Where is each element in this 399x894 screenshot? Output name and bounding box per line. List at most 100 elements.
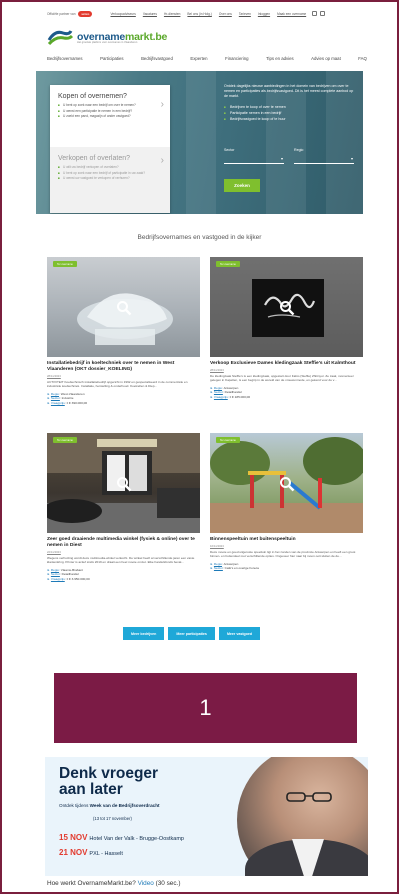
nav-item-participaties[interactable]: Participaties	[100, 56, 123, 61]
more-realestate-button[interactable]: Meer vastgoed	[218, 627, 261, 640]
sell-item: U wenst uw vastgoed te verkopen of verhu…	[58, 176, 162, 182]
hero-intro-text: Ontdek dagelijks nieuwe aanbiedingen in …	[224, 84, 354, 98]
more-buttons: Meer bedrijven Meer participaties Meer v…	[123, 627, 261, 640]
zoom-icon[interactable]	[279, 476, 295, 492]
linkedin-icon[interactable]	[320, 11, 326, 16]
listing-description: Wegens verhuizing wordt deze multimedia-…	[47, 556, 195, 565]
listing-title[interactable]: Installatiebedrijf in koeltechniek over …	[47, 361, 200, 373]
buy-item: U zoekt een pand, magazijn of ander vast…	[58, 114, 162, 120]
login-link[interactable]: Inloggen	[258, 12, 270, 16]
listing-photo[interactable]: Ter overname	[210, 257, 363, 357]
listing-title[interactable]: Zeer goed draaiende multimedia winkel (f…	[47, 537, 200, 549]
listing-card[interactable]: Ter overname Installatiebedrijf in koelt…	[47, 257, 200, 405]
listing-sector: Industrie	[61, 396, 74, 401]
banner-event-2: 21 NOV PXL - Hasselt	[59, 848, 123, 857]
sector-dropdown[interactable]	[224, 154, 284, 164]
listing-badge: Ter overname	[53, 261, 77, 267]
nav-item-experten[interactable]: Experten	[190, 56, 207, 61]
hero-bullet: Bedrijfsvastgoed te koop of te huur	[224, 116, 354, 122]
listing-date: 22/11/2023	[47, 550, 61, 554]
listing-price: ± € 185.000,00	[229, 394, 251, 399]
section-title: Bedrijfsovernames en vastgoed in de kijk…	[137, 234, 262, 241]
listing-date: 28/11/2023	[47, 374, 61, 378]
utility-link[interactable]: Over ons	[219, 12, 232, 16]
video-link[interactable]: Video	[138, 880, 154, 887]
nav-item-financiering[interactable]: Financiering	[225, 56, 248, 61]
logo-mark-icon	[47, 30, 73, 46]
sell-panel[interactable]: Verkopen of overlaten? › U wilt uw bedri…	[50, 147, 170, 213]
region-dropdown[interactable]	[294, 154, 354, 164]
listing-photo[interactable]: Ter overname	[47, 433, 200, 533]
listing-description: Deze mooie en goed uitgeruste speeltuin …	[210, 550, 356, 559]
partner-logo[interactable]: unizo	[78, 10, 93, 17]
listing-meta: ► Regio: Vlaams-Brabant ► Sector: Detail…	[47, 567, 90, 581]
hero-intro: Ontdek dagelijks nieuwe aanbiedingen in …	[224, 84, 354, 122]
region-label: Regio	[294, 148, 304, 152]
listing-badge: Ter overname	[53, 437, 77, 443]
search-fields: Sector Regio	[224, 148, 354, 164]
sector-label: Sector	[224, 148, 235, 152]
top-utility-bar: Officiële partner van unizo Verkoopadvis…	[47, 9, 367, 18]
how-it-works-question: Hoe werkt OvernameMarkt.be?	[47, 880, 136, 887]
listing-price: ± € 390.000,00	[66, 400, 88, 405]
utility-link[interactable]: Vacatures	[143, 12, 157, 16]
listing-card[interactable]: Ter overname Binnenspeeltuin met buitens…	[210, 433, 363, 571]
listing-region: West-Vlaanderen	[60, 391, 85, 396]
hero-section: Kopen of overnemen? › U bent op zoek naa…	[36, 71, 363, 214]
utility-link[interactable]: Hr-diensten	[164, 12, 180, 16]
listing-region: Vlaams-Brabant	[60, 567, 83, 572]
listing-sector: Café's en overige horeca	[224, 566, 259, 571]
partner-text: Officiële partner van	[47, 11, 76, 16]
listing-date: 28/11/2023	[210, 368, 224, 372]
nav-item-faq[interactable]: FAQ	[358, 56, 367, 61]
more-companies-button[interactable]: Meer bedrijven	[123, 627, 165, 640]
listing-description: De kledingzaak Steffie's is een kledingz…	[210, 374, 354, 383]
more-participations-button[interactable]: Meer participaties	[168, 627, 215, 640]
banner-subtitle: Ontdek tijdens Week van de Bedrijfsoverd…	[59, 803, 160, 808]
event-banner[interactable]: Denk vroeger aan later Ontdek tijdens We…	[45, 757, 368, 876]
zoom-icon[interactable]	[279, 300, 295, 316]
glasses-icon	[286, 792, 332, 802]
listing-region: Antwerpen	[223, 385, 239, 390]
how-it-works: Hoe werkt OvernameMarkt.be? Video (30 se…	[47, 880, 180, 887]
nav-item-bedrijfsovernames[interactable]: Bedrijfsovernames	[47, 56, 83, 61]
nav-item-bedrijfsvastgoed[interactable]: Bedrijfsvastgoed	[141, 56, 173, 61]
listing-title[interactable]: Verkoop Exclusieve Dames kledingzaak Ste…	[210, 361, 363, 367]
buy-sell-card: Kopen of overnemen? › U bent op zoek naa…	[50, 85, 170, 213]
utility-link[interactable]: Maak een overname	[277, 12, 306, 16]
utility-link[interactable]: Bel ons (in Holg.)	[187, 12, 211, 16]
banner-event-1: 15 NOV Hotel Van der Valk - Brugge-Oostk…	[59, 833, 184, 842]
zoom-icon[interactable]	[116, 300, 132, 316]
utility-link[interactable]: Verkoopadviseurs	[110, 12, 135, 16]
buy-panel[interactable]: Kopen of overnemen? › U bent op zoek naa…	[50, 85, 170, 120]
zoom-icon[interactable]	[116, 476, 132, 492]
listing-photo[interactable]: Ter overname	[210, 433, 363, 533]
search-button[interactable]: Zoeken	[224, 179, 260, 192]
listing-sector: Detailhandel	[61, 572, 79, 577]
listing-photo[interactable]: Ter overname	[47, 257, 200, 357]
listing-description: ACTIVITEIT Koeltechnisch installatiebedr…	[47, 380, 188, 389]
site-logo[interactable]: overnamemarkt.be Het grootste platform v…	[47, 28, 167, 46]
listing-region: Antwerpen	[223, 561, 239, 566]
listing-meta: ► Regio: West-Vlaanderen ► Sector: Indus…	[47, 391, 88, 405]
banner-dates: (13 tot 17 november)	[93, 816, 132, 821]
utility-link[interactable]: Tarieven	[239, 12, 251, 16]
utility-links: Verkoopadviseurs Vacatures Hr-diensten B…	[110, 12, 306, 16]
listing-price: ± € 3.950.000,00	[66, 576, 90, 581]
listing-sector: Detailhandel	[224, 390, 242, 395]
listing-meta: ► Regio: Antwerpen ► Sector: Café's en o…	[210, 561, 259, 571]
region-select[interactable]: Regio	[294, 148, 354, 164]
partner-info: Officiële partner van unizo	[47, 10, 93, 17]
listing-title[interactable]: Binnenspeeltuin met buitenspeeltuin	[210, 537, 363, 543]
nav-item-advies[interactable]: Advies op maat	[311, 56, 341, 61]
main-nav: Bedrijfsovernames Participaties Bedrijfs…	[47, 56, 367, 61]
logo-tagline: Het grootste platform voor overnames in …	[77, 41, 138, 44]
listing-card[interactable]: Ter overname Verkoop Exclusieve Dames kl…	[210, 257, 363, 399]
listing-card[interactable]: Ter overname Zeer goed draaiende multime…	[47, 433, 200, 581]
counter-box: 1	[54, 673, 357, 743]
facebook-icon[interactable]	[312, 11, 318, 16]
buy-title: Kopen of overnemen?	[58, 93, 127, 100]
sector-select[interactable]: Sector	[224, 148, 284, 164]
listing-badge: Ter overname	[216, 437, 240, 443]
nav-item-tips[interactable]: Tips en advies	[266, 56, 294, 61]
